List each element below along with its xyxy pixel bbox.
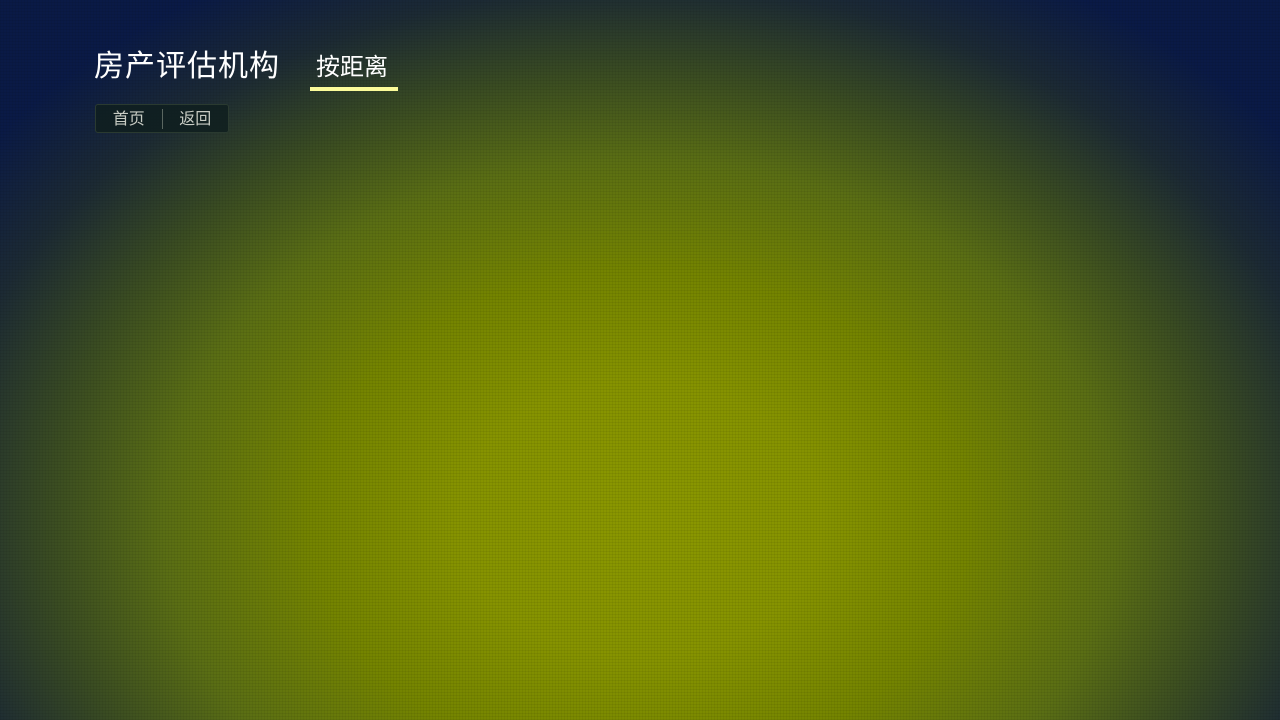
back-button[interactable]: 返回: [163, 105, 229, 132]
tab-by-distance[interactable]: 按距离: [310, 50, 398, 91]
nav-bar: 首页 返回: [95, 104, 229, 133]
home-button[interactable]: 首页: [96, 105, 162, 132]
page-title: 房产评估机构: [94, 49, 280, 84]
tab-active-indicator: [310, 87, 398, 91]
tab-label: 按距离: [316, 53, 388, 81]
header: 房产评估机构 按距离: [94, 48, 398, 92]
